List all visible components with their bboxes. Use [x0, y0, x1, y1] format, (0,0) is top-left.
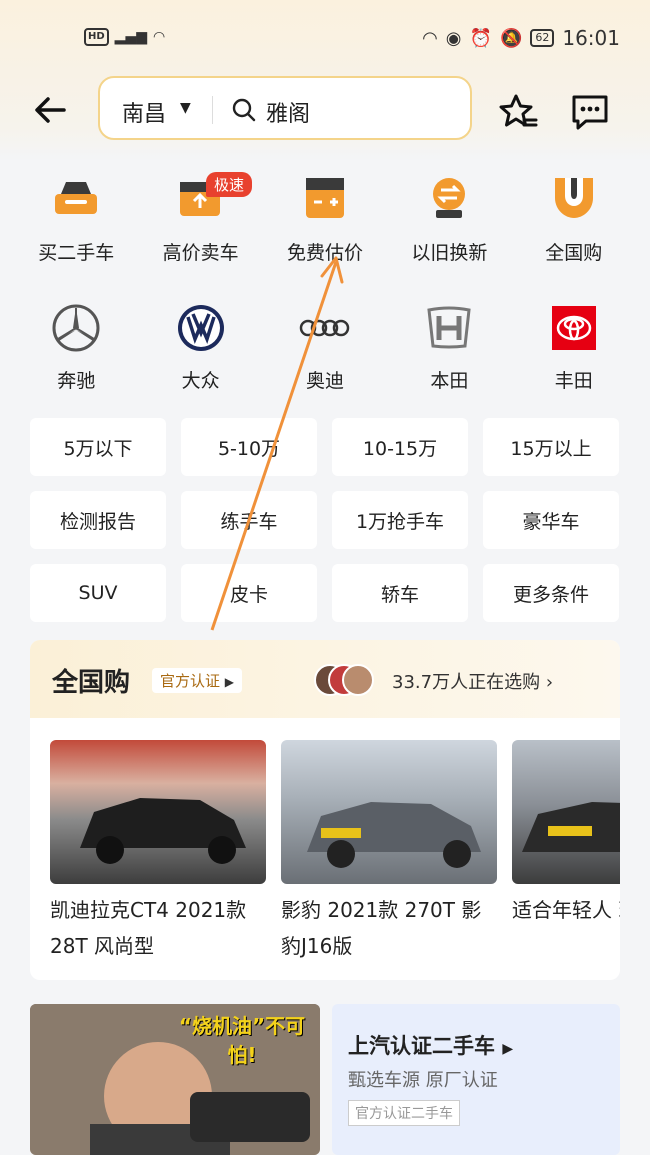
filter-chip[interactable]: 皮卡	[181, 564, 317, 622]
car-silhouette	[80, 798, 246, 864]
car-listing[interactable]: 适合年轻人 现代伊兰特	[512, 740, 620, 964]
saic-tag: 官方认证二手车	[348, 1100, 460, 1126]
filter-chip[interactable]: 5万以下	[30, 418, 166, 476]
calculator-icon	[305, 178, 344, 218]
brand-audi[interactable]: 奥迪	[263, 302, 387, 393]
car-carousel[interactable]: 凯迪拉克CT4 2021款 28T 风尚型 影豹 2021款 270T 影豹J1…	[50, 740, 620, 964]
car-photo	[50, 740, 266, 884]
brand-list: 奔驰 大众 奥迪 本田 丰田	[14, 302, 636, 393]
search-icon	[232, 98, 256, 122]
nav-label: 全国购	[545, 242, 603, 264]
brand-honda[interactable]: 本田	[387, 302, 511, 393]
city-selector[interactable]: 南昌	[122, 96, 166, 128]
filter-chip[interactable]: 检测报告	[30, 491, 166, 549]
car-listing[interactable]: 影豹 2021款 270T 影豹J16版	[281, 740, 497, 964]
car-title: 凯迪拉克CT4 2021款 28T 风尚型	[50, 898, 247, 958]
nav-label: 买二手车	[38, 242, 115, 264]
triangle-right-icon: ▶	[224, 675, 235, 689]
saic-title-text: 上汽认证二手车	[348, 1034, 495, 1058]
hd-icon: HD	[84, 28, 109, 46]
car-photo	[281, 740, 497, 884]
honda-logo	[423, 302, 475, 354]
nav-label: 高价卖车	[162, 242, 239, 264]
search-divider	[212, 96, 213, 124]
search-bar[interactable]: 南昌 ▼ 雅阁	[98, 76, 472, 140]
search-input[interactable]: 雅阁	[266, 96, 310, 128]
brand-label: 本田	[430, 370, 469, 392]
nav-label: 以旧换新	[411, 242, 488, 264]
brand-volkswagen[interactable]: 大众	[138, 302, 262, 393]
alarm-icon: ⏰	[469, 27, 492, 49]
nationwide-header[interactable]: 全国购 官方认证 ▶ 33.7万人正在选购 ›	[30, 640, 620, 718]
status-right: ◠ ◉ ⏰ 🔕 62 16:01	[422, 26, 620, 50]
price-filter-grid: 5万以下 5-10万 10-15万 15万以上 检测报告 练手车 1万抢手车 豪…	[30, 418, 620, 622]
cert-label: 官方认证	[160, 672, 221, 690]
status-time: 16:01	[562, 26, 620, 50]
brand-label: 大众	[181, 370, 220, 392]
battery-icon: 62	[530, 29, 555, 47]
eye-icon: ◉	[445, 27, 462, 49]
nav-trade-in[interactable]: 以旧换新	[387, 174, 511, 265]
triangle-right-icon: ▶	[502, 1041, 514, 1057]
video-caption: “烧机油”不可怕!	[178, 1014, 306, 1067]
brand-label: 奔驰	[57, 370, 96, 392]
brand-mercedes[interactable]: 奔驰	[14, 302, 138, 393]
car-silhouette	[522, 802, 620, 852]
more-filters-chip[interactable]: 更多条件	[483, 564, 619, 622]
signal-icon: ▂▄▆	[114, 29, 147, 45]
filter-chip[interactable]: SUV	[30, 564, 166, 622]
volkswagen-logo	[175, 302, 227, 354]
car-photo	[512, 740, 620, 884]
saic-subtitle: 甄选车源 原厂认证	[348, 1070, 498, 1091]
shoppers-count-text: 33.7万人正在选购	[392, 672, 541, 693]
filter-chip[interactable]: 10-15万	[332, 418, 468, 476]
chevron-down-icon[interactable]: ▼	[180, 100, 191, 116]
car-silhouette	[307, 802, 481, 868]
toyota-logo	[548, 302, 600, 354]
back-arrow-icon[interactable]	[30, 90, 70, 130]
car-title: 适合年轻人 现代伊兰特	[512, 898, 620, 922]
message-icon[interactable]	[570, 92, 610, 132]
mercedes-logo	[50, 302, 102, 354]
express-badge: 极速	[206, 172, 253, 197]
nationwide-title: 全国购	[52, 668, 131, 698]
header: 南昌 ▼ 雅阁	[0, 76, 650, 142]
car-icon	[55, 182, 98, 214]
car-title: 影豹 2021款 270T 影豹J16版	[281, 898, 482, 958]
car-listing[interactable]: 凯迪拉克CT4 2021款 28T 风尚型	[50, 740, 266, 964]
nationwide-card: 全国购 官方认证 ▶ 33.7万人正在选购 › 凯迪拉克CT4 2021款 28…	[30, 640, 620, 980]
chevron-right-icon: ›	[545, 672, 554, 693]
video-promo[interactable]: “烧机油”不可怕!	[30, 1004, 320, 1155]
shopper-avatars	[314, 664, 384, 696]
audi-logo	[299, 302, 351, 354]
nav-buy-used-car[interactable]: 买二手车	[14, 174, 138, 265]
brand-label: 奥迪	[305, 370, 344, 392]
filter-chip[interactable]: 5-10万	[181, 418, 317, 476]
filter-chip[interactable]: 豪华车	[483, 491, 619, 549]
saic-title: 上汽认证二手车 ▶	[348, 1030, 513, 1060]
shield-icon	[554, 178, 593, 218]
filter-chip[interactable]: 15万以上	[483, 418, 619, 476]
favorites-icon[interactable]	[498, 92, 538, 132]
headphones-icon: ◠	[422, 27, 438, 49]
brand-toyota[interactable]: 丰田	[512, 302, 636, 393]
nav-free-valuation[interactable]: 免费估价	[263, 174, 387, 265]
nav-nationwide[interactable]: 全国购	[512, 174, 636, 265]
status-left: HD ▂▄▆ ◠	[84, 28, 165, 46]
avatar	[342, 664, 374, 696]
official-cert-badge[interactable]: 官方认证 ▶	[152, 668, 243, 693]
saic-cert-card[interactable]: 上汽认证二手车 ▶ 甄选车源 原厂认证 官方认证二手车	[332, 1004, 620, 1155]
mute-icon: 🔕	[499, 27, 523, 49]
filter-chip[interactable]: 1万抢手车	[332, 491, 468, 549]
exchange-icon	[433, 178, 466, 218]
status-bar: HD ▂▄▆ ◠ ◠ ◉ ⏰ 🔕 62 16:01	[0, 0, 650, 80]
quick-nav: 买二手车 高价卖车 免费估价 以旧换新 全国购	[14, 174, 636, 265]
brand-label: 丰田	[554, 370, 593, 392]
shoppers-count[interactable]: 33.7万人正在选购 ›	[392, 668, 553, 694]
filter-chip[interactable]: 练手车	[181, 491, 317, 549]
nav-label: 免费估价	[286, 242, 363, 264]
filter-chip[interactable]: 轿车	[332, 564, 468, 622]
wifi-icon: ◠	[152, 29, 166, 45]
